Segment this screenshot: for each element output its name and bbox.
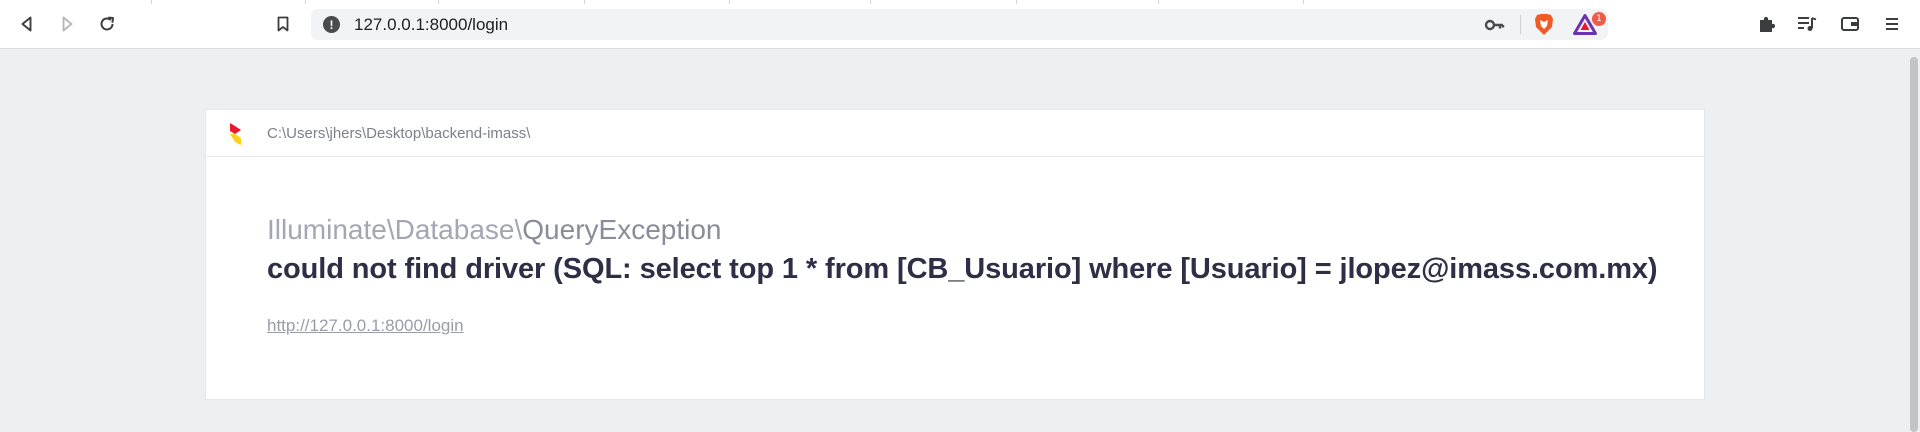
- scrollbar-thumb[interactable]: [1910, 57, 1918, 432]
- url-text[interactable]: 127.0.0.1:8000/login: [354, 15, 508, 34]
- extensions-button[interactable]: [1751, 8, 1783, 40]
- address-bar[interactable]: 127.0.0.1:8000/login 1: [311, 9, 1608, 40]
- puzzle-icon: [1760, 16, 1776, 32]
- main-menu-button[interactable]: [1876, 8, 1908, 40]
- playlist-icon: [1798, 17, 1817, 31]
- wallet-button[interactable]: [1834, 8, 1866, 40]
- tabstrip-edge: [0, 0, 1920, 4]
- error-card-header: C:\Users\jhers\Desktop\backend-imass\: [206, 110, 1704, 157]
- exception-message: could not find driver (SQL: select top 1…: [267, 253, 1658, 285]
- project-path: C:\Users\jhers\Desktop\backend-imass\: [267, 125, 531, 142]
- reload-icon: [100, 16, 114, 31]
- browser-toolbar: 127.0.0.1:8000/login 1: [0, 0, 1920, 49]
- back-button[interactable]: [11, 8, 43, 40]
- wallet-icon: [1841, 17, 1859, 31]
- site-info-icon[interactable]: [323, 16, 340, 33]
- bookmark-button[interactable]: [267, 8, 299, 40]
- media-playlist-button[interactable]: [1791, 8, 1823, 40]
- hamburger-menu-icon: [1886, 18, 1898, 30]
- rewards-notification-badge: 1: [1592, 12, 1606, 26]
- exception-class-name: QueryException: [522, 214, 722, 245]
- brave-lion-icon[interactable]: [1534, 13, 1554, 36]
- reload-button[interactable]: [91, 8, 123, 40]
- omnibox-divider: [1520, 15, 1521, 34]
- forward-button[interactable]: [51, 8, 83, 40]
- request-url-link[interactable]: http://127.0.0.1:8000/login: [267, 316, 464, 336]
- key-icon[interactable]: [1484, 15, 1506, 35]
- exception-class: Illuminate\Database\QueryException: [267, 214, 721, 246]
- ignition-logo-icon: [230, 123, 241, 145]
- bookmark-icon: [277, 16, 289, 32]
- back-arrow-icon: [21, 16, 32, 32]
- page-scrollbar[interactable]: [1906, 49, 1920, 432]
- exception-namespace: Illuminate\Database\: [267, 214, 523, 245]
- forward-arrow-icon: [62, 16, 73, 32]
- error-card: C:\Users\jhers\Desktop\backend-imass\ Il…: [205, 109, 1705, 400]
